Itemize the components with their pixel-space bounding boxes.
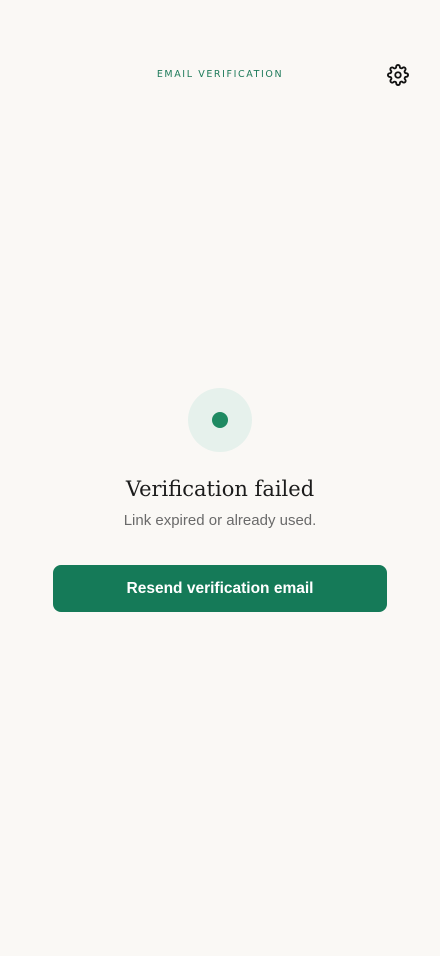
resend-verification-button[interactable]: Resend verification email [53,565,387,612]
app-header: EMAIL VERIFICATION [0,0,440,150]
page-title: EMAIL VERIFICATION [156,69,284,80]
settings-button[interactable] [384,61,412,89]
gear-icon [387,64,409,86]
status-title: Verification failed [125,477,315,501]
status-indicator [188,388,252,452]
status-message: Link expired or already used. [123,512,317,529]
status-dot-icon [212,412,228,428]
